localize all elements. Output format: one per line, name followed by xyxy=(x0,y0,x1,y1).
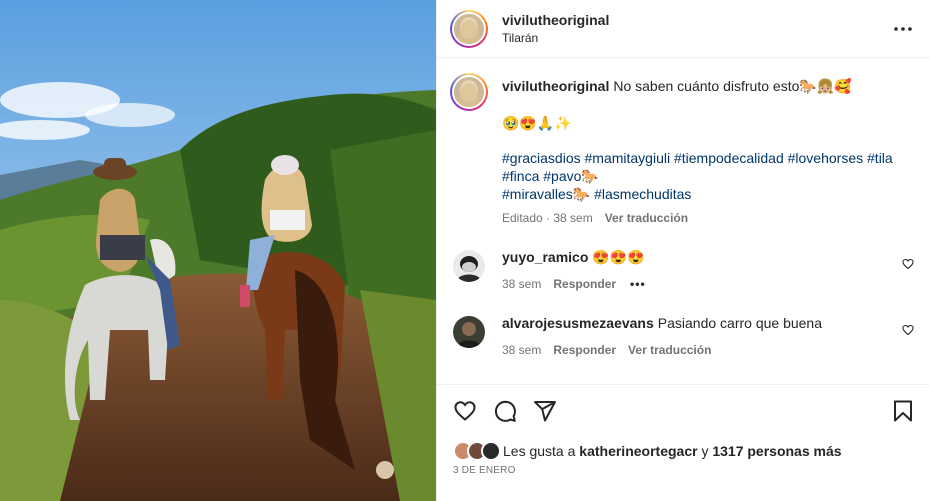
author-avatar[interactable] xyxy=(450,9,488,48)
hashtag[interactable]: #miravalles🐎 xyxy=(502,186,590,202)
comment-time: 38 sem xyxy=(502,343,542,357)
caption-body: vivilutheoriginal No saben cuánto disfrut… xyxy=(502,73,915,227)
bookmark-icon[interactable] xyxy=(891,399,915,423)
post-panel: vivilutheoriginal Tilarán vivilutheorigi… xyxy=(436,0,929,501)
hashtag[interactable]: #finca xyxy=(502,168,539,184)
hashtag[interactable]: #lasmechuditas xyxy=(594,186,691,202)
caption: vivilutheoriginal No saben cuánto disfrut… xyxy=(450,73,915,227)
more-horizontal-icon[interactable] xyxy=(891,17,915,41)
send-icon[interactable] xyxy=(533,399,557,423)
translate-button[interactable]: Ver traducción xyxy=(605,209,688,227)
hashtag[interactable]: #pavo🐎 xyxy=(543,168,599,184)
comment-meta: 38 sem Responder ••• xyxy=(502,275,915,293)
comment-text: Pasiando carro que buena xyxy=(657,315,822,331)
comment-username[interactable]: alvarojesusmezaevans xyxy=(502,315,654,331)
comment-body: yuyo_ramico 😍😍😍 38 sem Responder ••• xyxy=(502,247,915,293)
action-bar xyxy=(437,384,929,436)
post-header: vivilutheoriginal Tilarán xyxy=(437,0,929,58)
commenter-avatar[interactable] xyxy=(453,250,485,282)
comment-more-icon[interactable]: ••• xyxy=(630,275,646,293)
likes-prefix: Les gusta a xyxy=(503,443,576,459)
hashtag[interactable]: #tila xyxy=(867,150,893,166)
caption-meta: Editado · 38 sem Ver traducción xyxy=(502,209,915,227)
comment-body: alvarojesusmezaevans Pasiando carro que b… xyxy=(502,313,915,359)
comment-time: 38 sem xyxy=(502,277,542,291)
header-text: vivilutheoriginal Tilarán xyxy=(502,11,891,47)
caption-emojis: 🥹😍🙏✨ xyxy=(502,115,572,131)
caption-avatar[interactable] xyxy=(450,73,488,111)
comment-meta: 38 sem Responder Ver traducción xyxy=(502,341,915,359)
hashtag[interactable]: #graciasdios xyxy=(502,150,581,166)
hashtag[interactable]: #lovehorses xyxy=(788,150,864,166)
comment-heart-icon[interactable] xyxy=(902,258,914,270)
comment-item: yuyo_ramico 😍😍😍 38 sem Responder ••• xyxy=(450,247,915,293)
caption-edited: Editado · 38 sem xyxy=(502,211,593,225)
post-photo[interactable] xyxy=(0,0,436,501)
caption-text: No saben cuánto disfruto esto🐎👧🏼🥰 xyxy=(613,78,852,94)
translate-button[interactable]: Ver traducción xyxy=(628,341,711,359)
hashtag[interactable]: #tiempodecalidad xyxy=(674,150,784,166)
heart-icon[interactable] xyxy=(453,399,477,423)
post-date[interactable]: 3 DE ENERO xyxy=(453,465,516,476)
likes-summary: Les gusta a katherineortegacr y 1317 per… xyxy=(453,440,842,462)
likes-user[interactable]: katherineortegacr xyxy=(579,443,697,459)
reply-button[interactable]: Responder xyxy=(553,275,616,293)
reply-button[interactable]: Responder xyxy=(553,341,616,359)
commenter-avatar[interactable] xyxy=(453,316,485,348)
liker-avatars[interactable] xyxy=(453,441,501,461)
likes-connector: y xyxy=(701,443,709,459)
comment-text: 😍😍😍 xyxy=(592,249,645,265)
comment-username[interactable]: yuyo_ramico xyxy=(502,249,588,265)
likes-others[interactable]: 1317 personas más xyxy=(712,443,841,459)
caption-hashtags: #graciasdios #mamitaygiuli #tiempodecali… xyxy=(502,149,915,203)
caption-username[interactable]: vivilutheoriginal xyxy=(502,78,609,94)
author-username[interactable]: vivilutheoriginal xyxy=(502,11,891,29)
comment-heart-icon[interactable] xyxy=(902,324,914,336)
hashtag[interactable]: #mamitaygiuli xyxy=(585,150,671,166)
comments-area[interactable]: vivilutheoriginal No saben cuánto disfrut… xyxy=(437,59,929,384)
post-location[interactable]: Tilarán xyxy=(502,29,891,47)
comment-icon[interactable] xyxy=(493,399,517,423)
comment-item: alvarojesusmezaevans Pasiando carro que b… xyxy=(450,313,915,359)
